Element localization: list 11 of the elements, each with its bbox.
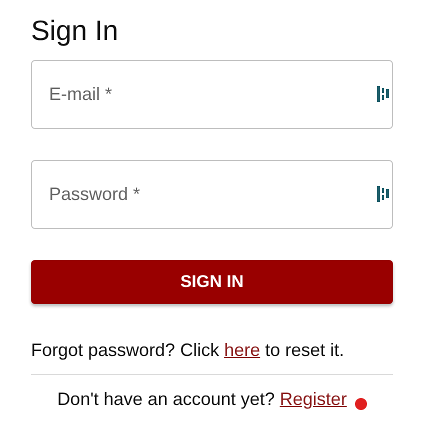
page-title: Sign In [31, 14, 120, 48]
key-manager-icon[interactable] [377, 186, 389, 202]
dot-icon [354, 398, 367, 410]
input-field[interactable]: Password * [31, 160, 393, 229]
register-link[interactable]: Register [280, 389, 347, 409]
forgot-password-text: Forgot password? Click here to reset it. [31, 339, 346, 362]
input-field[interactable]: E-mail * [31, 60, 393, 129]
sign-in-button[interactable]: SIGN IN [31, 260, 393, 304]
register-prompt-text: Don't have an account yet? Register [57, 388, 347, 411]
reset-link[interactable]: here [224, 340, 260, 360]
key-manager-icon[interactable] [377, 86, 389, 102]
